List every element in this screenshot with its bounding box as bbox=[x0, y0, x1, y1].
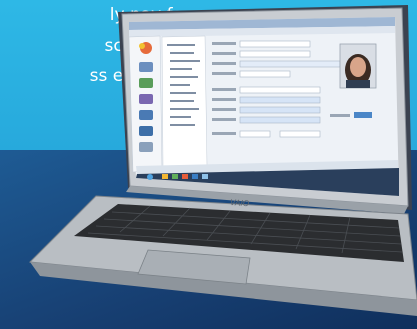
app-logo-icon-part bbox=[139, 43, 145, 49]
laptop-photo: VAIO bbox=[28, 5, 417, 316]
nav-icon-4 bbox=[139, 110, 153, 120]
nav-icon-5 bbox=[139, 126, 153, 136]
nav-icon-2 bbox=[139, 78, 153, 88]
user-photo bbox=[339, 43, 377, 89]
nav-icon-3 bbox=[139, 94, 153, 104]
nav-icon-1 bbox=[139, 62, 153, 72]
nav-icon-6 bbox=[139, 142, 153, 152]
brand-logo: VAIO bbox=[230, 198, 250, 208]
